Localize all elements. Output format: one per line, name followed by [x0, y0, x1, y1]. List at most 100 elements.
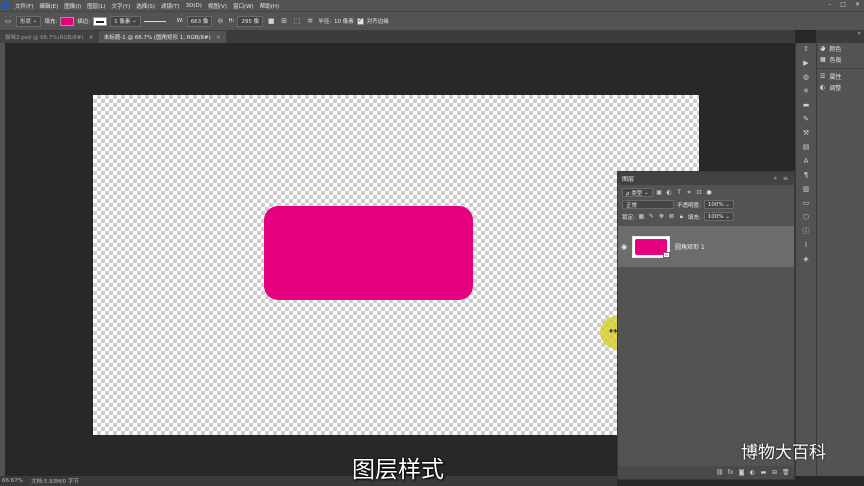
- menu-edit[interactable]: 编辑(E): [36, 2, 61, 10]
- link-layers-icon[interactable]: ⛓: [716, 469, 724, 476]
- info-icon[interactable]: ▭: [803, 199, 810, 207]
- lock-row: 锁定: ▦ ✎ ✥ ⊠ 🔒︎ 填充: 100% ⌄: [618, 212, 794, 221]
- path-operations-icon[interactable]: ■: [266, 16, 276, 26]
- link-icon[interactable]: ⊖: [215, 16, 225, 26]
- new-layer-icon[interactable]: ⊞: [771, 469, 778, 476]
- panel-adjustments[interactable]: ◐ 调整: [817, 82, 864, 93]
- menu-select[interactable]: 选择(S): [133, 2, 158, 10]
- layers-panel-title: 图层: [622, 176, 635, 183]
- smart-object-filter-icon[interactable]: ⊡: [696, 189, 703, 196]
- lock-artboard-icon[interactable]: ⊠: [668, 213, 675, 220]
- visibility-eye-icon[interactable]: ◉: [618, 243, 630, 251]
- add-mask-icon[interactable]: ◙: [738, 469, 745, 476]
- tool-presets-icon[interactable]: ⚒: [803, 129, 809, 137]
- menu-help[interactable]: 帮助(H): [257, 2, 282, 10]
- blend-mode-select[interactable]: 正常: [622, 200, 674, 209]
- play-action-icon[interactable]: ▶: [803, 59, 808, 67]
- video-caption: 图层样式: [352, 457, 444, 483]
- timeline-icon[interactable]: ⓘ: [803, 227, 810, 235]
- document-tab-cat[interactable]: 猫咪2.psd @ 66.7%(RGB/8#) ×: [0, 31, 99, 43]
- 3d-icon[interactable]: ⬡: [803, 213, 809, 221]
- character-icon[interactable]: A: [804, 157, 809, 165]
- width-label: W:: [176, 18, 184, 24]
- document-tab-untitled[interactable]: 未标题-1 @ 66.7% (圆角矩形 1, RGB/8#) ×: [98, 31, 226, 43]
- menu-type[interactable]: 文字(Y): [109, 2, 134, 10]
- lock-transparent-icon[interactable]: ▦: [638, 213, 645, 220]
- ruler-icon[interactable]: ▬: [803, 101, 810, 109]
- stroke-label: 描边:: [77, 19, 91, 25]
- layers-panel-footer: ⛓ fx ◙ ◐ ▬ ⊞ 🗑︎: [618, 466, 794, 479]
- fill-field[interactable]: 100% ⌄: [703, 212, 734, 221]
- adjustment-filter-icon[interactable]: ◐: [666, 189, 673, 196]
- adjustment-layer-icon[interactable]: ◐: [749, 469, 756, 476]
- document-tab-bar: 猫咪2.psd @ 66.7%(RGB/8#) × 未标题-1 @ 66.7% …: [0, 30, 795, 43]
- menu-file[interactable]: 文件(F): [12, 2, 36, 10]
- close-icon[interactable]: ×: [216, 34, 221, 41]
- brush-icon[interactable]: ✎: [803, 115, 809, 123]
- swatches-icon[interactable]: ▤: [803, 143, 810, 151]
- adjustments-icon: ◐: [820, 84, 826, 91]
- menu-image[interactable]: 图像(I): [61, 2, 84, 10]
- width-field[interactable]: 663 像: [186, 15, 213, 27]
- history-icon[interactable]: ⇧: [803, 45, 809, 53]
- menu-3d[interactable]: 3D(D): [183, 3, 205, 9]
- fill-swatch[interactable]: [60, 16, 75, 26]
- panel-menu-icon[interactable]: » ≡: [773, 175, 790, 182]
- menu-window[interactable]: 窗口(W): [230, 2, 257, 10]
- zoom-level[interactable]: 66.67%: [2, 478, 23, 484]
- radius-field[interactable]: 10 像素: [334, 17, 354, 25]
- tool-mode-select[interactable]: 形状 ⌄: [16, 15, 42, 27]
- palette-icon: ◕: [820, 45, 826, 52]
- shape-filter-icon[interactable]: ⌗: [686, 189, 693, 197]
- tools-panel-edge[interactable]: [0, 43, 5, 476]
- dock-collapse-icon[interactable]: «: [817, 30, 864, 43]
- document-info: 文档:5.93M/0 字节: [30, 479, 79, 485]
- panel-swatches[interactable]: ▦ 色板: [817, 54, 864, 65]
- height-label: H:: [228, 18, 235, 24]
- menu-layer[interactable]: 图层(L): [84, 2, 108, 10]
- paragraph-icon[interactable]: ¶: [804, 171, 808, 179]
- panel-color[interactable]: ◕ 颜色: [817, 43, 864, 54]
- trash-icon[interactable]: 🗑︎: [782, 469, 790, 476]
- layers-icon[interactable]: ◈: [803, 255, 808, 263]
- stroke-type-select[interactable]: [143, 17, 174, 26]
- minimize-button[interactable]: –: [828, 1, 831, 8]
- new-group-icon[interactable]: ▬: [760, 469, 767, 476]
- align-edges-checkbox[interactable]: [356, 17, 364, 25]
- menu-filter[interactable]: 滤镜(T): [158, 2, 183, 10]
- lock-all-icon[interactable]: 🔒︎: [678, 213, 685, 221]
- path-alignment-icon[interactable]: ⊞: [279, 16, 289, 26]
- shape-layer-badge-icon: ▫: [663, 251, 670, 258]
- opacity-field[interactable]: 100% ⌄: [703, 200, 734, 209]
- stroke-width-field[interactable]: 1 像素 ⌄: [110, 15, 141, 27]
- layer-row[interactable]: ◉ ▫ 圆角矩形 1: [618, 226, 794, 267]
- pixel-filter-icon[interactable]: ▣: [656, 189, 663, 196]
- rounded-rectangle-shape[interactable]: [264, 206, 473, 300]
- layer-thumbnail[interactable]: ▫: [632, 235, 670, 258]
- photoshop-logo-icon: [2, 2, 9, 9]
- lock-position-icon[interactable]: ✥: [658, 213, 665, 220]
- properties-icon: ☰: [820, 73, 826, 80]
- menu-view[interactable]: 视图(V): [205, 2, 230, 10]
- radius-label: 半径:: [318, 19, 332, 25]
- rounded-rectangle-tool-icon[interactable]: ▭: [3, 16, 13, 26]
- height-field[interactable]: 295 像: [237, 15, 264, 27]
- layer-kind-filter[interactable]: ρ 类型 ⌄: [622, 188, 653, 197]
- layer-name[interactable]: 圆角矩形 1: [675, 242, 705, 251]
- type-filter-icon[interactable]: T: [676, 189, 683, 196]
- layer-style-fx-icon[interactable]: fx: [727, 469, 734, 476]
- close-icon[interactable]: ×: [89, 34, 94, 41]
- stroke-swatch[interactable]: [93, 16, 108, 26]
- notes-icon[interactable]: ▥: [803, 185, 810, 193]
- panel-properties[interactable]: ☰ 属性: [817, 71, 864, 82]
- maximize-button[interactable]: □: [840, 1, 846, 8]
- gear-icon[interactable]: ✲: [305, 16, 315, 26]
- brush-preset-icon[interactable]: ◍: [803, 73, 809, 81]
- paths-icon[interactable]: ⌇: [804, 241, 807, 249]
- close-button[interactable]: ✕: [855, 1, 860, 8]
- lock-image-icon[interactable]: ✎: [648, 213, 655, 220]
- filter-toggle-icon[interactable]: ●: [706, 189, 713, 196]
- layers-panel-header[interactable]: 图层 » ≡: [618, 172, 794, 185]
- path-arrangement-icon[interactable]: ⬚: [292, 16, 302, 26]
- clone-source-icon[interactable]: ✳: [803, 87, 809, 95]
